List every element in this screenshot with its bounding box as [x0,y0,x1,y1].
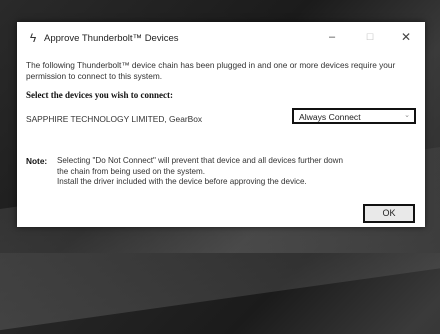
close-button[interactable]: ✕ [391,26,421,48]
note-text: Selecting "Do Not Connect" will prevent … [57,156,419,188]
thunderbolt-icon: ϟ [29,31,37,45]
note-label: Note: [26,156,48,166]
device-name: SAPPHIRE TECHNOLOGY LIMITED, GearBox [26,114,203,124]
connection-option-dropdown[interactable]: Always Connect ⌄ [292,108,416,124]
description-text: The following Thunderbolt™ device chain … [26,60,396,81]
note-line: the chain from being used on the system. [57,166,206,176]
thunderbolt-approval-dialog: ϟ Approve Thunderbolt™ Devices – ☐ ✕ The… [17,22,425,227]
maximize-button[interactable]: ☐ [355,26,385,48]
ok-button[interactable]: OK [363,204,415,223]
note-line: Install the driver included with the dev… [57,177,307,186]
dropdown-selected-value: Always Connect [299,112,361,122]
title-bar: ϟ Approve Thunderbolt™ Devices – ☐ ✕ [17,22,425,52]
note-line: Selecting "Do Not Connect" will prevent … [57,156,344,165]
section-heading: Select the devices you wish to connect: [26,90,173,100]
window-title: Approve Thunderbolt™ Devices [44,33,179,44]
chevron-down-icon: ⌄ [404,112,410,119]
minimize-button[interactable]: – [317,26,347,48]
